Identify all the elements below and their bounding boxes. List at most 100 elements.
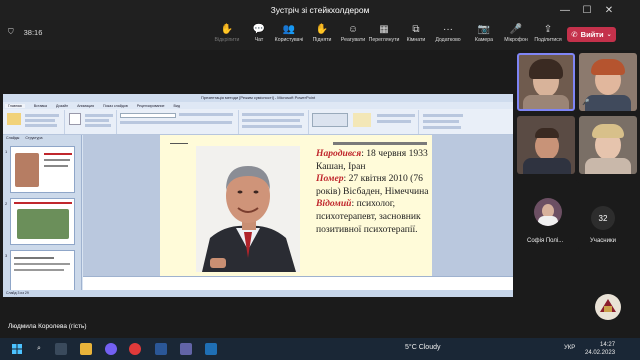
weather-widget[interactable]: 5°C Cloudy <box>405 344 440 351</box>
ribbon-group-slides <box>65 110 117 134</box>
slide-decoration <box>170 143 188 144</box>
toolbar-button[interactable]: 💬 Чат <box>242 23 276 49</box>
toolbar-button[interactable]: ☺ Реагувати <box>336 23 370 49</box>
rooms-icon: ⧉ <box>412 24 420 35</box>
toolbar-button-label: Відкріпити <box>214 37 240 43</box>
task-view-icon[interactable] <box>55 343 67 355</box>
phone-icon: ✆ <box>571 30 578 39</box>
slide-number: 1 <box>5 149 8 154</box>
ribbon-toolbar <box>3 109 513 135</box>
opera-icon[interactable] <box>129 343 141 355</box>
organization-logo <box>595 294 621 320</box>
toolbar-button-label: Переглянути <box>368 37 400 43</box>
born-label: Народився <box>316 148 362 159</box>
camera-icon: 📷 <box>477 24 491 35</box>
toolbar-button-label: Камера <box>474 37 494 43</box>
slide-thumbnail[interactable]: 3 <box>5 250 75 295</box>
ribbon-tab[interactable]: Рецензирование <box>137 104 165 108</box>
windows-start-icon[interactable] <box>11 343 23 355</box>
search-icon[interactable]: ⌕ <box>33 343 45 355</box>
app-icon[interactable] <box>205 343 217 355</box>
notes-pane[interactable] <box>83 276 513 290</box>
biography-text: Народився: 18 червня 1933 Кашан, Іран По… <box>316 148 432 236</box>
ribbon-group-clipboard <box>3 110 65 134</box>
slides-panel: Слайды Структура 1 2 3 <box>3 135 82 297</box>
portrait-image <box>196 146 300 272</box>
toolbar-button[interactable]: ✋ Відкріпити <box>210 23 244 49</box>
ribbon-tab[interactable]: Показ слайдов <box>103 104 128 108</box>
toolbar-button[interactable]: 👥 Користувачі <box>272 23 306 49</box>
powerpoint-status: Слайд 3 из 29 <box>3 290 513 297</box>
clock-time: 14:27 <box>600 342 616 348</box>
teams-icon[interactable] <box>180 343 192 355</box>
toolbar-button[interactable]: ⇪ Поділитися <box>531 23 565 49</box>
more-participants-count[interactable]: 32 <box>591 206 615 230</box>
meeting-timer: 38:16 <box>23 27 43 37</box>
toolbar-button[interactable]: ··· Додатково <box>431 23 465 49</box>
ribbon-tab[interactable]: Анимация <box>77 104 94 108</box>
slide-number: 2 <box>5 201 8 206</box>
file-explorer-icon[interactable] <box>80 343 92 355</box>
toolbar-button-label: Користувачі <box>274 37 304 43</box>
powerpoint-titlebar: Презентація методи [Режим сумісності] - … <box>3 94 513 102</box>
toolbar-button[interactable]: ▦ Переглянути <box>367 23 401 49</box>
participant-tile[interactable] <box>579 116 637 174</box>
meeting-info: ⛉ 38:16 <box>8 27 42 37</box>
clock-date: 24.02.2023 <box>585 350 616 356</box>
leave-label: Вийти <box>580 30 604 39</box>
teams-meeting-window: Зустріч зі стейкхолдером — ☐ ✕ ⛉ 38:16 ✋… <box>0 0 640 360</box>
ribbon-tab[interactable]: Дизайн <box>56 104 68 108</box>
presenter-name: Людмила Королева (гість) <box>8 323 87 330</box>
tab-slides[interactable]: Слайды <box>6 136 19 141</box>
slide-thumbnail-selected[interactable]: 2 <box>5 198 75 245</box>
viber-icon[interactable] <box>105 343 117 355</box>
chat-icon: 💬 <box>252 24 266 35</box>
ribbon-tab[interactable]: Вставка <box>34 104 47 108</box>
participant-tile[interactable]: Софія Полі... <box>517 180 579 250</box>
toolbar-button-label: Підняти <box>312 37 332 43</box>
hand-icon: ✋ <box>315 24 329 35</box>
maximize-button[interactable]: ☐ <box>576 5 598 16</box>
ribbon-group-font <box>117 110 239 134</box>
toolbar-button[interactable]: 🎤 Мікрофон <box>499 23 533 49</box>
participants-label: Учасники <box>590 238 616 244</box>
more-icon: ··· <box>443 24 453 35</box>
portrait-photo <box>196 146 300 272</box>
toolbar-button[interactable]: 📷 Камера <box>467 23 501 49</box>
known-label: Відомий <box>316 198 352 210</box>
tab-outline[interactable]: Структура <box>25 136 42 141</box>
share-icon: ⇪ <box>543 24 553 35</box>
mic-off-icon: 🎤 <box>582 100 590 106</box>
slide-thumbnail[interactable]: 1 <box>5 146 75 193</box>
toolbar-button[interactable]: ⧉ Кімнати <box>399 23 433 49</box>
toolbar-button-label: Чат <box>254 37 264 43</box>
died-label: Помер <box>316 173 344 185</box>
word-icon[interactable] <box>155 343 167 355</box>
participant-tile[interactable] <box>517 116 575 174</box>
ribbon-tab[interactable]: Вид <box>174 104 181 108</box>
participant-name: Софія Полі... <box>527 238 564 244</box>
mic-off-icon: 🎤 <box>509 24 523 35</box>
close-button[interactable]: ✕ <box>598 5 620 16</box>
toolbar-button[interactable]: ✋ Підняти <box>305 23 339 49</box>
window-titlebar: Зустріч зі стейкхолдером — ☐ ✕ <box>0 0 640 20</box>
leave-button[interactable]: ✆ Вийти ⌄ <box>567 27 616 42</box>
meeting-toolbar: ⛉ 38:16 ✋ Відкріпити 💬 Чат 👥 Користувачі ✋ Підн… <box>0 20 640 50</box>
chevron-down-icon[interactable]: ⌄ <box>607 31 612 38</box>
ribbon-tab[interactable]: Главная <box>5 103 25 108</box>
view-icon: ▦ <box>379 24 389 35</box>
window-title: Зустріч зі стейкхолдером <box>270 5 370 15</box>
clock[interactable]: 14:27 24.02.2023 <box>585 341 615 357</box>
language-indicator[interactable]: УКР <box>564 345 575 351</box>
current-slide: Народився: 18 червня 1933 Кашан, Іран По… <box>160 135 432 276</box>
participant-tile[interactable] <box>517 53 575 111</box>
raise-hand-icon: ✋ <box>220 24 234 35</box>
shield-icon: ⛉ <box>8 27 14 36</box>
slide-decoration <box>333 142 427 145</box>
ribbon-group-drawing <box>309 110 419 134</box>
toolbar-button-label: Реагувати <box>340 37 366 43</box>
participant-tile[interactable]: 🎤 <box>579 53 637 111</box>
slide-number: 3 <box>5 253 8 258</box>
minimize-button[interactable]: — <box>554 5 576 16</box>
ribbon-tabs: Главная Вставка Дизайн Анимация Показ сл… <box>3 102 513 109</box>
